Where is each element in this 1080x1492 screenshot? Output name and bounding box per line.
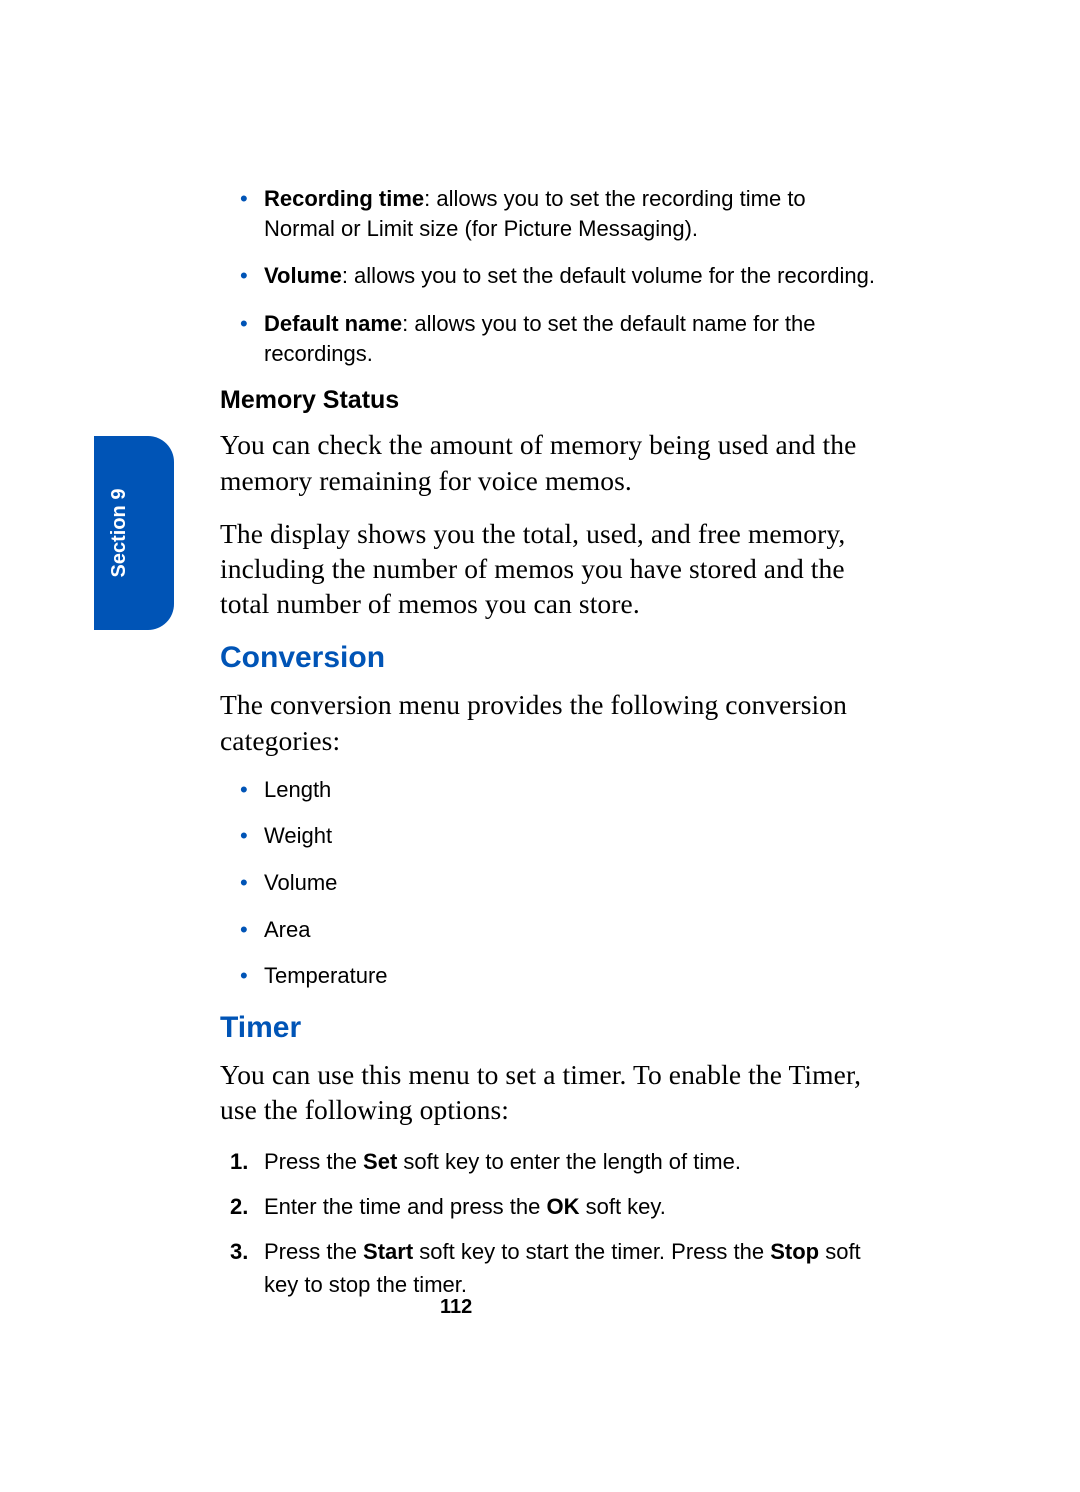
memory-status-p2: The display shows you the total, used, a…	[220, 516, 880, 622]
step-bold: Set	[363, 1149, 397, 1174]
step-text: Press the	[264, 1149, 363, 1174]
conversion-intro: The conversion menu provides the followi…	[220, 687, 880, 757]
step-bold: OK	[547, 1194, 580, 1219]
conversion-heading: Conversion	[220, 641, 880, 675]
timer-intro: You can use this menu to set a timer. To…	[220, 1057, 880, 1127]
timer-step: Enter the time and press the OK soft key…	[220, 1190, 880, 1223]
timer-step: Press the Start soft key to start the ti…	[220, 1235, 880, 1301]
memory-status-p1: You can check the amount of memory being…	[220, 427, 880, 497]
bullet-label: Volume	[264, 263, 342, 288]
bullet-recording-time: Recording time: allows you to set the re…	[220, 184, 880, 243]
step-text: soft key to start the timer. Press the	[413, 1239, 770, 1264]
content-column: Recording time: allows you to set the re…	[220, 184, 880, 1313]
section-tab: Section 9	[94, 436, 174, 630]
timer-heading: Timer	[220, 1011, 880, 1045]
bullet-text: : allows you to set the default volume f…	[342, 263, 875, 288]
timer-step: Press the Set soft key to enter the leng…	[220, 1145, 880, 1178]
manual-page: Section 9 Recording time: allows you to …	[0, 0, 1080, 1492]
step-text: Press the	[264, 1239, 363, 1264]
bullet-label: Recording time	[264, 186, 424, 211]
step-text: Enter the time and press the	[264, 1194, 547, 1219]
conversion-list: Length Weight Volume Area Temperature	[220, 776, 880, 991]
step-text: soft key to enter the length of time.	[397, 1149, 741, 1174]
bullet-volume: Volume: allows you to set the default vo…	[220, 261, 880, 291]
step-bold: Start	[363, 1239, 413, 1264]
conversion-item: Volume	[220, 869, 880, 898]
timer-steps: Press the Set soft key to enter the leng…	[220, 1145, 880, 1301]
conversion-item: Length	[220, 776, 880, 805]
page-number: 112	[440, 1296, 472, 1319]
step-text: soft key.	[580, 1194, 666, 1219]
settings-bullet-list: Recording time: allows you to set the re…	[220, 184, 880, 368]
bullet-label: Default name	[264, 311, 402, 336]
memory-status-heading: Memory Status	[220, 386, 880, 415]
step-bold: Stop	[770, 1239, 819, 1264]
conversion-item: Area	[220, 916, 880, 945]
conversion-item: Weight	[220, 822, 880, 851]
conversion-item: Temperature	[220, 962, 880, 991]
section-tab-label: Section 9	[108, 489, 131, 578]
bullet-default-name: Default name: allows you to set the defa…	[220, 309, 880, 368]
